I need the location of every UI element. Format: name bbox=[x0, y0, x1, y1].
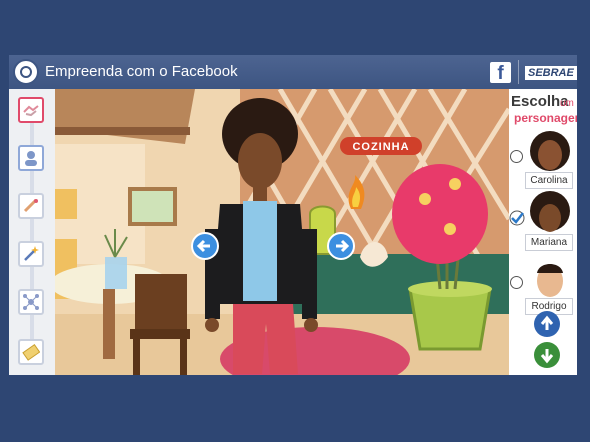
scroll-up-button[interactable] bbox=[534, 311, 560, 337]
carolina-avatar bbox=[530, 131, 570, 171]
carolina-label: Carolina bbox=[525, 172, 573, 189]
character-rodrigo[interactable]: Rodrigo bbox=[515, 255, 573, 315]
character-carolina[interactable]: Carolina bbox=[515, 129, 573, 189]
ticket-icon bbox=[22, 344, 40, 361]
step-wand-button[interactable] bbox=[18, 241, 44, 267]
steps-sidebar bbox=[9, 89, 55, 375]
scene-illustration: COZINHA bbox=[55, 89, 509, 375]
step-profile-button[interactable] bbox=[18, 145, 44, 171]
magic-wand-icon bbox=[24, 246, 39, 261]
app-window: Empreenda com o Facebook f SEBRAE COZINH… bbox=[9, 55, 577, 375]
certificate-icon bbox=[23, 198, 38, 213]
app-title: Empreenda com o Facebook bbox=[45, 63, 238, 80]
steps-progress-line bbox=[30, 99, 34, 359]
restaurant-scene: COZINHA bbox=[55, 89, 509, 375]
step-certificate-button[interactable] bbox=[18, 193, 44, 219]
mariana-avatar bbox=[530, 191, 570, 232]
cozinha-sign: COZINHA bbox=[352, 141, 409, 153]
next-outfit-button[interactable] bbox=[327, 232, 355, 260]
rodrigo-avatar bbox=[537, 264, 563, 297]
sebrae-logo-text: SEBRAE bbox=[525, 66, 577, 80]
handshake-icon bbox=[23, 105, 39, 117]
mariana-label: Mariana bbox=[525, 234, 573, 251]
title-bar: Empreenda com o Facebook f SEBRAE bbox=[9, 55, 577, 89]
arrow-left-icon bbox=[196, 239, 210, 253]
arrow-right-icon bbox=[336, 239, 350, 253]
step-ticket-button[interactable] bbox=[18, 339, 44, 365]
step-handshake-button[interactable] bbox=[18, 97, 44, 123]
network-icon bbox=[23, 294, 39, 310]
arrow-down-icon bbox=[540, 349, 554, 364]
empreenda-logo-icon bbox=[13, 59, 39, 85]
panel-heading-um: um bbox=[560, 98, 574, 109]
scroll-down-button[interactable] bbox=[534, 342, 560, 368]
step-network-button[interactable] bbox=[18, 289, 44, 315]
arrow-up-icon bbox=[540, 315, 554, 330]
person-icon bbox=[25, 151, 37, 166]
panel-heading-personagem: personagem bbox=[514, 111, 577, 125]
facebook-icon[interactable]: f bbox=[490, 62, 511, 84]
previous-outfit-button[interactable] bbox=[191, 232, 219, 260]
sebrae-logo[interactable]: SEBRAE bbox=[518, 60, 577, 84]
character-panel: Escolha um personagem Carolina Mariana R… bbox=[509, 89, 577, 375]
character-mariana[interactable]: Mariana bbox=[515, 191, 573, 251]
